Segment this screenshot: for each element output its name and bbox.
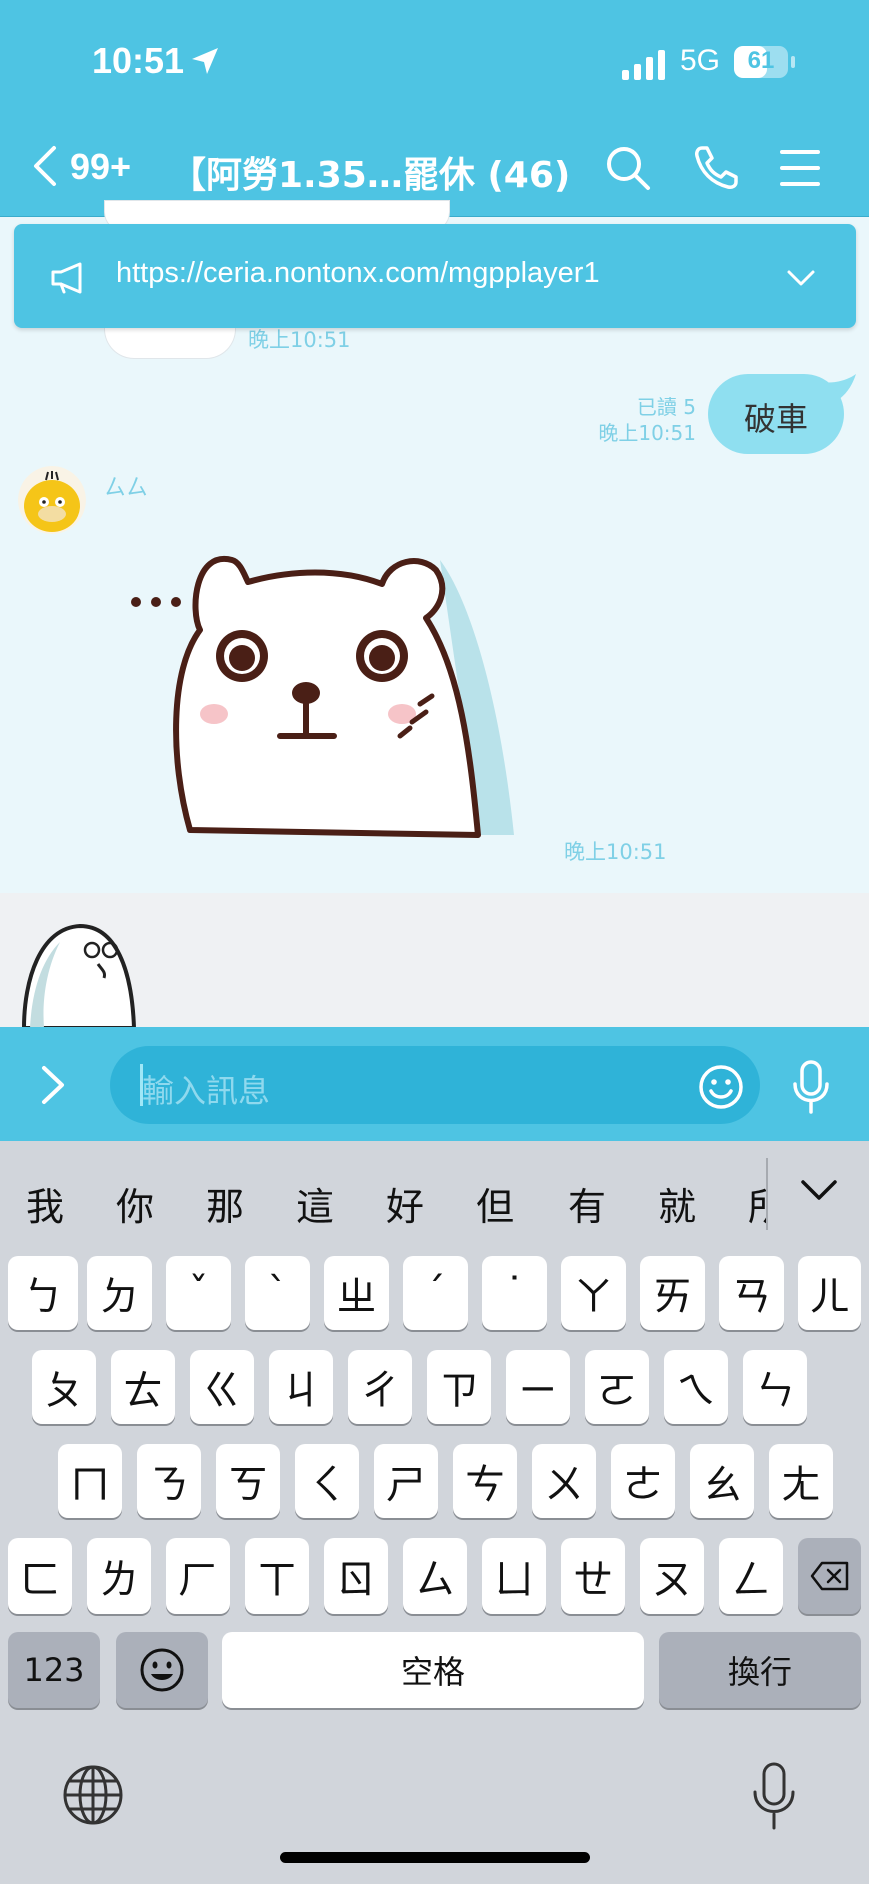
key-bopomofo[interactable]: ㄈ xyxy=(8,1538,72,1614)
message-input-placeholder: 輸入訊息 xyxy=(142,1072,271,1110)
key-bopomofo[interactable]: ㄆ xyxy=(32,1350,96,1424)
emoji-icon[interactable] xyxy=(698,1064,744,1110)
key-bopomofo[interactable]: ㄒ xyxy=(245,1538,309,1614)
emoji-key[interactable] xyxy=(116,1632,208,1708)
phone-icon[interactable] xyxy=(692,144,740,192)
read-count: 已讀 5 xyxy=(636,395,696,419)
backspace-icon xyxy=(810,1561,848,1591)
key-bopomofo[interactable]: ㄎ xyxy=(216,1444,280,1518)
candidate-word[interactable]: 你 xyxy=(116,1176,154,1231)
key-bopomofo[interactable]: ㄗ xyxy=(427,1350,491,1424)
key-bopomofo[interactable]: ㄦ xyxy=(798,1256,861,1330)
status-time: 10:51 xyxy=(92,40,185,81)
message-timestamp: 晚上10:51 xyxy=(248,328,351,352)
network-type: 5G xyxy=(680,44,721,77)
space-key[interactable]: 空格 xyxy=(222,1632,644,1708)
key-bopomofo[interactable]: ㄟ xyxy=(664,1350,728,1424)
candidate-word[interactable]: 這 xyxy=(296,1176,334,1231)
key-bopomofo[interactable]: ㄕ xyxy=(374,1444,438,1518)
message-timestamp: 晚上10:51 xyxy=(598,421,696,445)
back-chevron-icon[interactable] xyxy=(30,144,60,188)
suggested-sticker[interactable] xyxy=(20,920,138,1028)
signal-icon xyxy=(622,50,665,80)
key-bopomofo[interactable]: ㄝ xyxy=(561,1538,625,1614)
key-bopomofo[interactable]: ㄐ xyxy=(269,1350,333,1424)
my-message-text: 破車 xyxy=(743,400,808,438)
key-bopomofo[interactable]: ㄥ xyxy=(719,1538,783,1614)
candidate-word[interactable]: 好 xyxy=(386,1176,424,1231)
candidate-word[interactable]: 但 xyxy=(476,1176,514,1231)
key-bopomofo[interactable]: ㄚ xyxy=(561,1256,626,1330)
key-tone[interactable]: ˋ xyxy=(245,1256,310,1330)
key-bopomofo[interactable]: ㄅ xyxy=(8,1256,78,1330)
read-receipt: 已讀 5 晚上10:51 xyxy=(560,394,696,446)
key-bopomofo[interactable]: ㄣ xyxy=(743,1350,807,1424)
key-tone[interactable]: ˇ xyxy=(166,1256,231,1330)
chevron-down-icon[interactable] xyxy=(800,1178,838,1204)
key-bopomofo[interactable]: ㄔ xyxy=(348,1350,412,1424)
key-bopomofo[interactable]: ㄞ xyxy=(640,1256,705,1330)
location-arrow-icon xyxy=(192,48,218,74)
candidate-word[interactable]: 我 xyxy=(26,1176,64,1231)
message-timestamp: 晚上10:51 xyxy=(564,840,667,864)
key-bopomofo[interactable]: ㄌ xyxy=(87,1538,151,1614)
key-bopomofo[interactable]: ㄖ xyxy=(324,1538,388,1614)
key-tone[interactable]: ˙ xyxy=(482,1256,547,1330)
key-bopomofo[interactable]: ㄋ xyxy=(137,1444,201,1518)
key-bopomofo[interactable]: ㄠ xyxy=(690,1444,754,1518)
key-bopomofo[interactable]: ㄉ xyxy=(87,1256,152,1330)
chat-title[interactable]: 【阿勞1.35…罷休 (46) xyxy=(170,146,570,198)
key-bopomofo[interactable]: ㄧ xyxy=(506,1350,570,1424)
search-icon[interactable] xyxy=(604,144,652,192)
candidate-word[interactable]: 那 xyxy=(206,1176,244,1231)
dictation-mic-icon[interactable] xyxy=(752,1762,796,1830)
battery-level: 61 xyxy=(747,47,775,74)
key-bopomofo[interactable]: ㄛ xyxy=(585,1350,649,1424)
home-indicator xyxy=(280,1852,590,1863)
key-bopomofo[interactable]: ㄙ xyxy=(403,1538,467,1614)
key-bopomofo[interactable]: ㄊ xyxy=(111,1350,175,1424)
announcement-link[interactable]: https://ceria.nontonx.com/mgpplayer1 xyxy=(116,257,600,290)
key-bopomofo[interactable]: ㄓ xyxy=(324,1256,389,1330)
bear-sticker[interactable] xyxy=(120,530,530,850)
key-bopomofo[interactable]: ㄩ xyxy=(482,1538,546,1614)
candidate-word[interactable]: 就 xyxy=(658,1176,696,1231)
microphone-icon[interactable] xyxy=(792,1060,830,1114)
candidate-divider xyxy=(766,1158,768,1230)
key-bopomofo[interactable]: ㄘ xyxy=(453,1444,517,1518)
key-bopomofo[interactable]: ㄜ xyxy=(611,1444,675,1518)
chevron-down-icon[interactable] xyxy=(786,268,816,288)
menu-icon[interactable] xyxy=(780,148,820,188)
key-bopomofo[interactable]: ㄑ xyxy=(295,1444,359,1518)
unread-count[interactable]: 99+ xyxy=(70,146,131,188)
key-bopomofo[interactable]: ㄇ xyxy=(58,1444,122,1518)
candidate-word[interactable]: 所 xyxy=(748,1176,766,1231)
key-bopomofo[interactable]: ㄏ xyxy=(166,1538,230,1614)
candidate-word[interactable]: 有 xyxy=(568,1176,606,1231)
numbers-key[interactable]: 123 xyxy=(8,1632,100,1708)
globe-icon[interactable] xyxy=(62,1764,124,1826)
chevron-right-icon[interactable] xyxy=(38,1064,68,1106)
key-bopomofo[interactable]: ㄍ xyxy=(190,1350,254,1424)
key-bopomofo[interactable]: ㄨ xyxy=(532,1444,596,1518)
key-tone[interactable]: ˊ xyxy=(403,1256,468,1330)
return-key[interactable]: 換行 xyxy=(659,1632,861,1708)
sender-name: ㄙㄙ xyxy=(104,476,149,501)
avatar[interactable] xyxy=(18,466,86,534)
emoji-icon xyxy=(140,1648,184,1692)
megaphone-icon xyxy=(51,262,82,294)
battery-icon: 61 xyxy=(734,46,795,78)
key-bopomofo[interactable]: ㄢ xyxy=(719,1256,784,1330)
key-bopomofo[interactable]: ㄤ xyxy=(769,1444,833,1518)
key-bopomofo[interactable]: ㄡ xyxy=(640,1538,704,1614)
backspace-key[interactable] xyxy=(798,1538,861,1614)
